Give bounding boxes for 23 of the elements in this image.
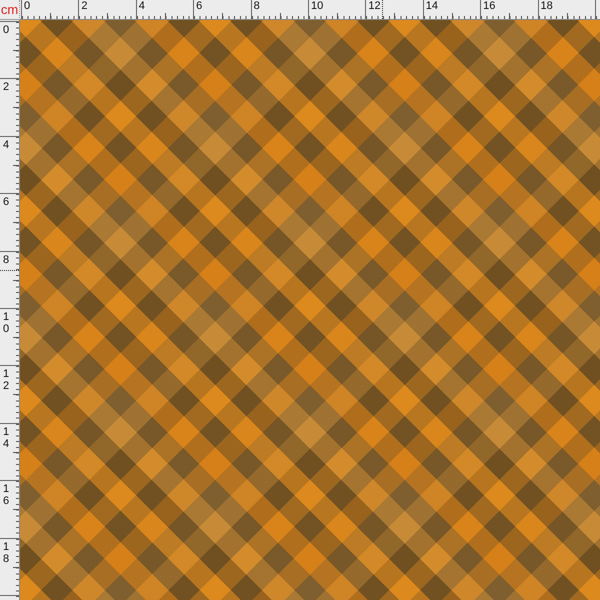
ruler-label: 12 xyxy=(3,368,10,393)
ruler-label: 18 xyxy=(3,540,10,565)
ruler-label: 14 xyxy=(426,1,438,12)
cursor-marker xyxy=(382,0,383,19)
ruler-label: 6 xyxy=(3,196,10,208)
ruler-label: 10 xyxy=(310,1,324,12)
ruler-label: 6 xyxy=(196,1,202,12)
ruler-label: 8 xyxy=(254,1,260,12)
ruler-label: 0 xyxy=(3,24,10,36)
ruler-label: 12 xyxy=(368,1,381,12)
ruler-label: 2 xyxy=(81,1,88,12)
ruler-label: 2 xyxy=(3,81,10,94)
ruler-label: 8 xyxy=(3,254,10,266)
ruler-label: 4 xyxy=(138,1,145,12)
ruler-label: 14 xyxy=(3,426,10,450)
ruler-label: 4 xyxy=(3,138,10,151)
ruler-unit-label[interactable]: cm xyxy=(0,0,20,20)
ruler-label: 16 xyxy=(3,483,10,508)
ruler-label: 0 xyxy=(24,1,30,12)
ruler-label: 10 xyxy=(3,310,10,336)
ruler-label: 16 xyxy=(483,1,496,12)
ruler-label: 18 xyxy=(540,1,553,12)
cursor-marker xyxy=(0,270,19,271)
